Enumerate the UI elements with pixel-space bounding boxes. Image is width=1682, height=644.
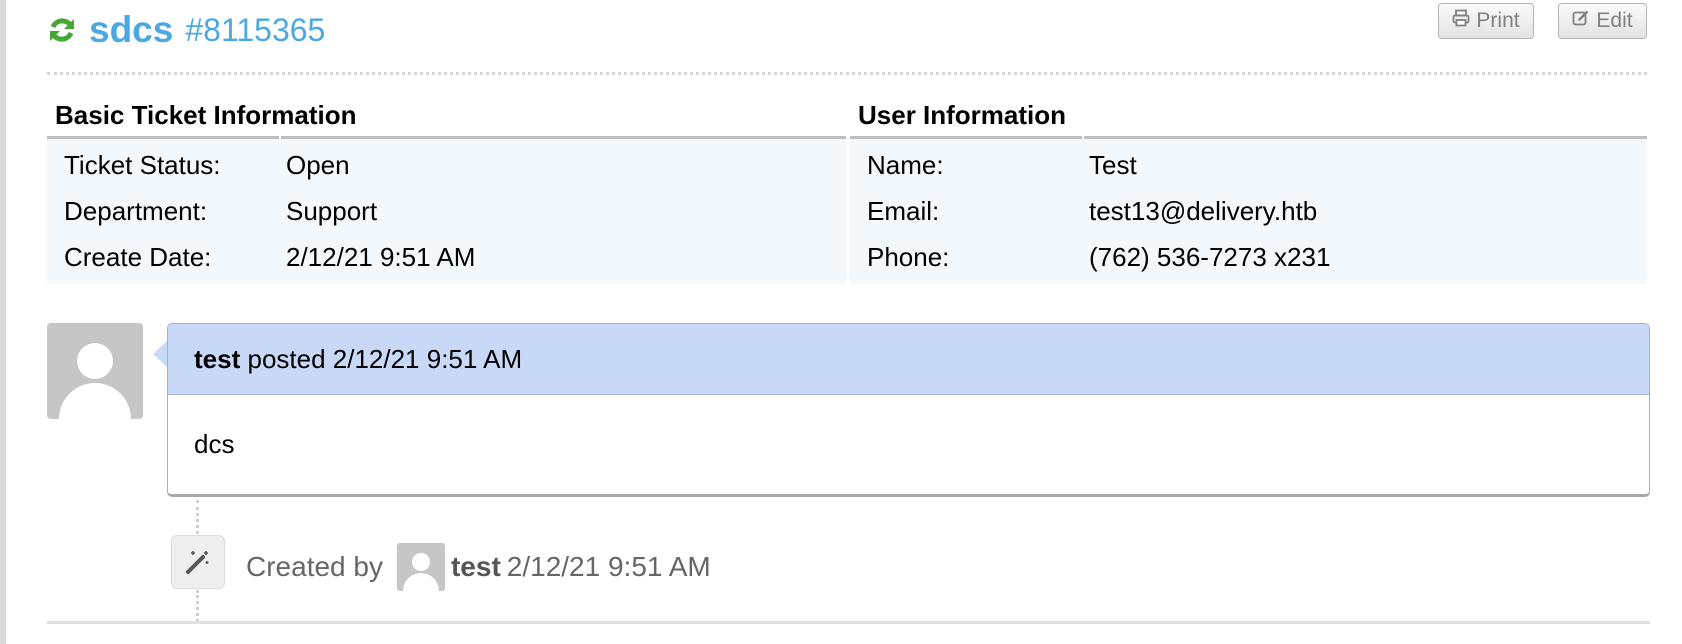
- email-value: test13@delivery.htb: [1089, 195, 1318, 226]
- basic-info-table: Ticket Status: Open Department: Support …: [47, 139, 846, 284]
- event-icon-container: [171, 535, 225, 589]
- info-row-create-date: Create Date: 2/12/21 9:51 AM: [47, 234, 846, 280]
- thread-entry-header: test posted 2/12/21 9:51 AM: [168, 324, 1649, 395]
- create-date-label: Create Date:: [64, 241, 212, 272]
- print-label: Print: [1476, 9, 1520, 32]
- edit-label: Edit: [1596, 9, 1633, 32]
- printer-icon: [1452, 9, 1470, 33]
- print-button[interactable]: Print: [1438, 3, 1534, 39]
- basic-info-heading: Basic Ticket Information: [55, 100, 357, 130]
- event-created: Created by test 2/12/21 9:51 AM: [246, 538, 711, 596]
- info-row-status: Ticket Status: Open: [47, 142, 846, 188]
- email-label: Email:: [867, 195, 940, 226]
- info-row-department: Department: Support: [47, 188, 846, 234]
- bottom-divider: [47, 621, 1650, 624]
- refresh-icon[interactable]: [47, 15, 77, 45]
- user-info: User Information Name: Test Email: test1…: [850, 96, 1647, 284]
- info-row-name: Name: Test: [850, 142, 1647, 188]
- ticket-number[interactable]: #8115365: [185, 12, 325, 49]
- ticket-header: sdcs #8115365: [47, 6, 325, 54]
- status-label: Ticket Status:: [64, 149, 221, 180]
- thread-entry: test posted 2/12/21 9:51 AM dcs: [167, 323, 1650, 497]
- create-date-value: 2/12/21 9:51 AM: [286, 241, 476, 272]
- user-info-heading: User Information: [858, 100, 1067, 130]
- default-avatar-icon: [402, 553, 439, 591]
- status-value: Open: [286, 149, 350, 180]
- created-by-label: Created by: [246, 551, 383, 582]
- timeline-connector-bottom: [196, 590, 199, 622]
- info-row-email: Email: test13@delivery.htb: [850, 188, 1647, 234]
- edit-button[interactable]: Edit: [1558, 3, 1647, 39]
- name-value[interactable]: Test: [1089, 150, 1137, 181]
- ticket-title[interactable]: sdcs: [89, 9, 173, 51]
- header-divider: [47, 72, 1647, 75]
- left-border: [0, 0, 6, 644]
- basic-ticket-info: Basic Ticket Information Ticket Status: …: [47, 96, 846, 284]
- default-avatar-icon: [59, 343, 131, 419]
- phone-value: (762) 536-7273 x231: [1089, 241, 1331, 272]
- event-date: 2/12/21 9:51 AM: [506, 551, 711, 582]
- event-user: test: [450, 551, 501, 582]
- timeline-connector-top: [196, 500, 199, 534]
- thread-pointer: [153, 340, 168, 368]
- edit-icon: [1572, 9, 1590, 33]
- department-label: Department:: [64, 195, 208, 226]
- avatar: [47, 323, 143, 419]
- phone-label: Phone:: [867, 241, 950, 272]
- magic-wand-icon: [186, 551, 209, 574]
- event-user-avatar: [396, 543, 445, 591]
- name-label: Name:: [867, 149, 944, 180]
- thread-entry-body: dcs: [194, 429, 235, 459]
- info-row-phone: Phone: (762) 536-7273 x231: [850, 234, 1647, 280]
- user-info-table: Name: Test Email: test13@delivery.htb Ph…: [850, 139, 1647, 284]
- department-value: Support: [286, 195, 378, 226]
- thread-posted-date: posted 2/12/21 9:51 AM: [247, 343, 523, 374]
- thread-poster: test: [194, 343, 241, 374]
